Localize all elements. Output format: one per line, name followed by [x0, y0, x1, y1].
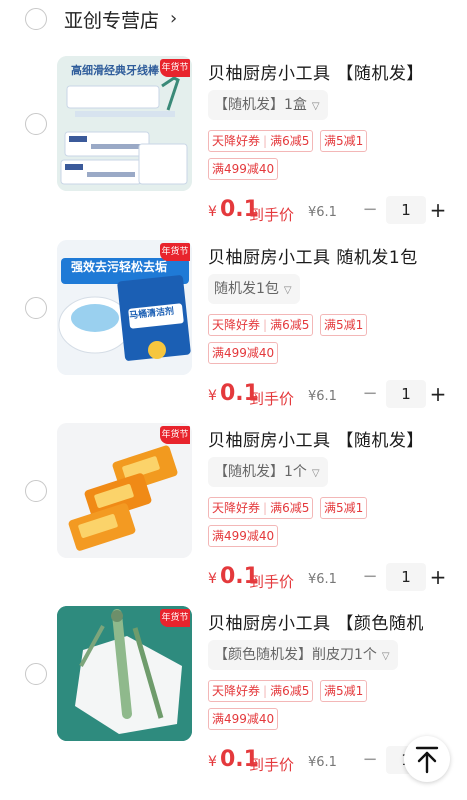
item-title[interactable]: 贝柚厨房小工具 【颜色随机 — [208, 609, 424, 634]
item-title[interactable]: 贝柚厨房小工具 【随机发】 — [208, 426, 424, 451]
product-image[interactable]: 强效去污轻松去垢 马桶清洁剂 年货节 — [57, 240, 192, 375]
chevron-right-icon[interactable]: › — [170, 8, 177, 29]
deal-tag-2[interactable]: 满499减40 — [208, 342, 279, 364]
promo-badge: 年货节 — [160, 426, 190, 444]
chevron-down-icon: ▽ — [283, 285, 292, 296]
cart-item: 年货节 贝柚厨房小工具 【颜色随机 【颜色随机发】削皮刀1个 ▽ 天降好券 | 满6减… — [0, 606, 467, 786]
coupon-tag-label: 天降好券 — [212, 134, 261, 148]
coupon-tag-label: 天降好券 — [212, 318, 261, 332]
product-image[interactable]: 年货节 — [57, 606, 192, 741]
spec-selector[interactable]: 【颜色随机发】削皮刀1个 ▽ — [208, 640, 398, 670]
deal-tag[interactable]: 满5减1 — [320, 680, 368, 702]
deal-tag[interactable]: 满5减1 — [320, 130, 368, 152]
qty-increase-button[interactable]: + — [428, 198, 448, 222]
coupon-tag[interactable]: 天降好券 | 满6减5 — [208, 680, 314, 702]
price-suffix: 到手价 — [249, 390, 295, 408]
cart-item: 高细滑经典牙线棒 年货节 贝柚厨房小工具 【随机发】 【随机发】1盒 ▽ 天降好券… — [0, 56, 467, 236]
spec-selector[interactable]: 随机发1包 ▽ — [208, 274, 300, 304]
coupon-tag[interactable]: 天降好券 | 满6减5 — [208, 130, 314, 152]
deal-tag[interactable]: 满5减1 — [320, 314, 368, 336]
cart-item: 年货节 贝柚厨房小工具 【随机发】 【随机发】1个 ▽ 天降好券 | 满6减5 满5减… — [0, 423, 467, 603]
item-select-radio[interactable] — [25, 113, 47, 135]
coupon-tag-deal: 满6减5 — [270, 501, 310, 515]
qty-input[interactable]: 1 — [386, 196, 426, 224]
qty-increase-button[interactable]: + — [428, 382, 448, 406]
spec-selector[interactable]: 【随机发】1盒 ▽ — [208, 90, 328, 120]
qty-input[interactable]: 1 — [386, 563, 426, 591]
deal-tag[interactable]: 满5减1 — [320, 497, 368, 519]
deal-tag-2[interactable]: 满499减40 — [208, 708, 279, 730]
shop-header[interactable]: 亚创专营店 › — [0, 0, 467, 40]
arrow-up-to-line-icon — [415, 746, 439, 774]
spec-label: 随机发1包 — [214, 281, 279, 297]
product-image-text: 高细滑经典牙线棒 — [71, 64, 159, 77]
shop-name[interactable]: 亚创专营店 — [64, 6, 159, 33]
price-suffix: 到手价 — [249, 756, 295, 774]
qty-increase-button[interactable]: + — [428, 565, 448, 589]
deal-tag-2[interactable]: 满499减40 — [208, 525, 279, 547]
item-title[interactable]: 贝柚厨房小工具 【随机发】 — [208, 59, 424, 84]
back-to-top-button[interactable] — [404, 736, 450, 782]
original-price: ¥6.1 — [308, 572, 337, 587]
item-select-radio[interactable] — [25, 480, 47, 502]
deal-tag-2[interactable]: 满499减40 — [208, 158, 279, 180]
product-image[interactable]: 年货节 — [57, 423, 192, 558]
promo-badge: 年货节 — [160, 59, 190, 77]
price-currency: ¥ — [208, 204, 217, 220]
original-price: ¥6.1 — [308, 755, 337, 770]
qty-input[interactable]: 1 — [386, 380, 426, 408]
price-currency: ¥ — [208, 754, 217, 770]
item-select-radio[interactable] — [25, 297, 47, 319]
coupon-tag-deal: 满6减5 — [270, 134, 310, 148]
qty-decrease-button[interactable]: − — [360, 748, 380, 772]
promo-badge: 年货节 — [160, 609, 190, 627]
item-select-radio[interactable] — [25, 663, 47, 685]
chevron-down-icon: ▽ — [381, 651, 390, 662]
item-title[interactable]: 贝柚厨房小工具 随机发1包 — [208, 243, 418, 268]
qty-decrease-button[interactable]: − — [360, 565, 380, 589]
price-suffix: 到手价 — [249, 573, 295, 591]
cart-shop-card: 亚创专营店 › 高细滑经典牙线棒 年货节 贝柚厨房小工具 【随机发】 【随机发】… — [0, 0, 467, 800]
coupon-tag[interactable]: 天降好券 | 满6减5 — [208, 314, 314, 336]
chevron-down-icon: ▽ — [311, 101, 320, 112]
price-currency: ¥ — [208, 571, 217, 587]
coupon-tag-label: 天降好券 — [212, 684, 261, 698]
price-suffix: 到手价 — [249, 206, 295, 224]
spec-label: 【随机发】1个 — [214, 464, 307, 480]
qty-decrease-button[interactable]: − — [360, 382, 380, 406]
original-price: ¥6.1 — [308, 389, 337, 404]
spec-label: 【随机发】1盒 — [214, 97, 307, 113]
shop-select-radio[interactable] — [25, 8, 47, 30]
product-image[interactable]: 高细滑经典牙线棒 年货节 — [57, 56, 192, 191]
promo-badge: 年货节 — [160, 243, 190, 261]
coupon-tag-deal: 满6减5 — [270, 318, 310, 332]
chevron-down-icon: ▽ — [311, 468, 320, 479]
spec-selector[interactable]: 【随机发】1个 ▽ — [208, 457, 328, 487]
original-price: ¥6.1 — [308, 205, 337, 220]
price-currency: ¥ — [208, 388, 217, 404]
qty-decrease-button[interactable]: − — [360, 198, 380, 222]
cart-item: 强效去污轻松去垢 马桶清洁剂 年货节 贝柚厨房小工具 随机发1包 随机发1包 ▽ … — [0, 240, 467, 420]
spec-label: 【颜色随机发】削皮刀1个 — [214, 647, 377, 663]
coupon-tag-deal: 满6减5 — [270, 684, 310, 698]
coupon-tag[interactable]: 天降好券 | 满6减5 — [208, 497, 314, 519]
product-image-text: 强效去污轻松去垢 — [71, 260, 168, 274]
coupon-tag-label: 天降好券 — [212, 501, 261, 515]
